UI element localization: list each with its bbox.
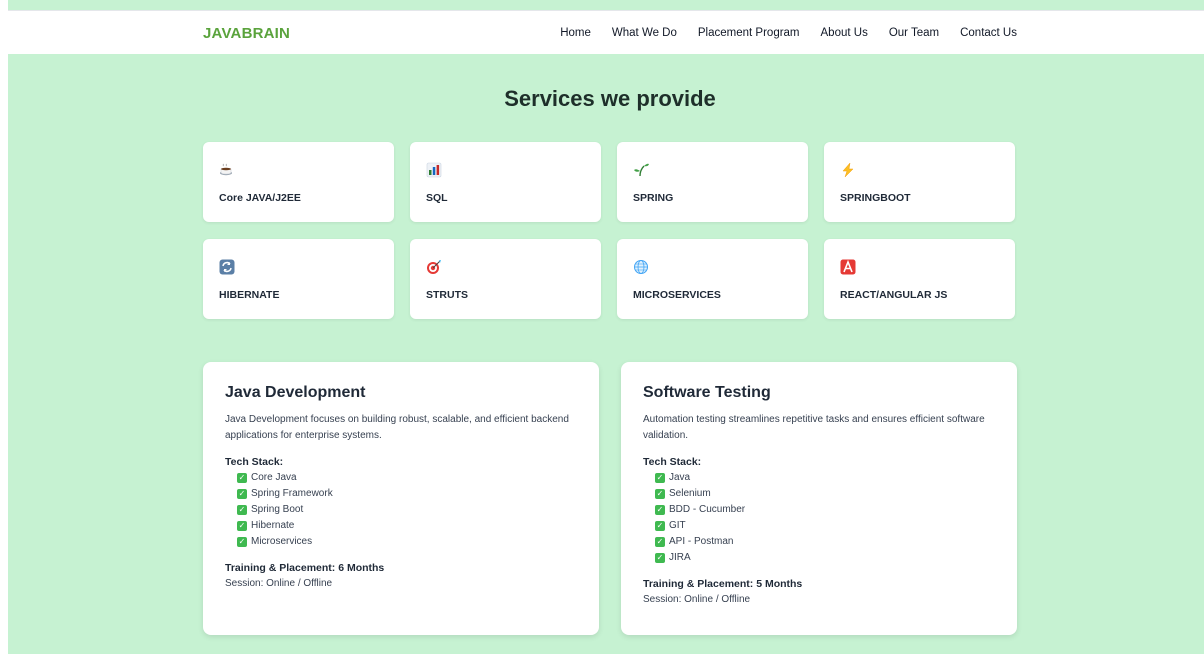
list-item: ✓ Microservices [237, 536, 313, 547]
tech-stack-label: Tech Stack: [225, 456, 284, 468]
nav-our-team[interactable]: Our Team [889, 27, 939, 39]
target-icon [426, 259, 442, 275]
seedling-icon [633, 162, 649, 178]
nav-links: Home What We Do Placement Program About … [560, 27, 1017, 39]
nav-what-we-do[interactable]: What We Do [612, 27, 677, 39]
tech-stack-label: Tech Stack: [643, 456, 702, 468]
course-description: Automation testing streamlines repetitiv… [643, 414, 985, 441]
check-icon: ✓ [237, 473, 247, 483]
tech-stack-list: ✓ Core Java ✓ Spring Framework ✓ Spring Boo… [225, 470, 577, 550]
check-icon: ✓ [237, 489, 247, 499]
bar-chart-icon [426, 162, 442, 178]
check-icon: ✓ [655, 537, 665, 547]
nav-contact-us[interactable]: Contact Us [960, 27, 1017, 39]
course-session: Session: Online / Offline [643, 594, 751, 605]
refresh-icon [219, 259, 235, 275]
service-card-react-angular[interactable]: REACT/ANGULAR JS [824, 239, 1015, 319]
lightning-icon [840, 162, 856, 178]
services-title: Services we provide [504, 86, 716, 111]
service-card-sql[interactable]: SQL [410, 142, 601, 222]
list-item: ✓ Core Java [237, 472, 297, 483]
service-label: STRUTS [426, 289, 468, 301]
service-label: Core JAVA/J2EE [219, 192, 301, 204]
course-card-software-testing: Software Testing Automation testing stre… [621, 362, 1017, 635]
course-duration: Training & Placement: 6 Months [225, 562, 385, 574]
course-title: Java Development [225, 384, 366, 401]
check-icon: ✓ [655, 521, 665, 531]
check-icon: ✓ [655, 505, 665, 515]
course-description: Java Development focuses on building rob… [225, 414, 569, 441]
letter-a-icon [840, 259, 856, 275]
list-item: ✓ Selenium [655, 488, 711, 499]
course-card-java-development: Java Development Java Development focuse… [203, 362, 599, 635]
list-item: ✓ Spring Framework [237, 488, 333, 499]
service-label: SPRINGBOOT [840, 192, 911, 204]
list-item: ✓ GIT [655, 520, 686, 531]
service-label: SPRING [633, 192, 674, 204]
tech-stack-list: ✓ Java ✓ Selenium ✓ BDD - Cucumber ✓ GIT ✓ AP… [643, 470, 995, 566]
service-label: REACT/ANGULAR JS [840, 289, 948, 301]
check-icon: ✓ [237, 537, 247, 547]
check-icon: ✓ [237, 521, 247, 531]
course-title: Software Testing [643, 384, 771, 401]
service-card-springboot[interactable]: SPRINGBOOT [824, 142, 1015, 222]
services-grid: Core JAVA/J2EE SQL SPRING SPRINGBOOT HIB… [203, 142, 1017, 319]
nav-about-us[interactable]: About Us [821, 27, 868, 39]
list-item: ✓ Hibernate [237, 520, 295, 531]
check-icon: ✓ [237, 505, 247, 515]
service-card-struts[interactable]: STRUTS [410, 239, 601, 319]
list-item: ✓ BDD - Cucumber [655, 504, 746, 515]
service-card-spring[interactable]: SPRING [617, 142, 808, 222]
course-session: Session: Online / Offline [225, 578, 333, 589]
service-card-microservices[interactable]: MICROSERVICES [617, 239, 808, 319]
list-item: ✓ Spring Boot [237, 504, 304, 515]
service-label: MICROSERVICES [633, 289, 721, 301]
service-card-hibernate[interactable]: HIBERNATE [203, 239, 394, 319]
list-item: ✓ JIRA [655, 552, 691, 563]
service-label: SQL [426, 192, 448, 204]
globe-icon [633, 259, 649, 275]
list-item: ✓ API - Postman [655, 536, 734, 547]
check-icon: ✓ [655, 473, 665, 483]
check-icon: ✓ [655, 553, 665, 563]
coffee-icon [219, 162, 235, 178]
nav-placement-program[interactable]: Placement Program [698, 27, 800, 39]
brand-logo[interactable]: JAVABRAIN [203, 25, 290, 42]
service-card-core-java[interactable]: Core JAVA/J2EE [203, 142, 394, 222]
list-item: ✓ Java [655, 472, 691, 483]
check-icon: ✓ [655, 489, 665, 499]
service-label: HIBERNATE [219, 289, 280, 301]
navbar: JAVABRAIN Home What We Do Placement Prog… [8, 10, 1204, 54]
course-duration: Training & Placement: 5 Months [643, 578, 803, 590]
nav-home[interactable]: Home [560, 27, 591, 39]
